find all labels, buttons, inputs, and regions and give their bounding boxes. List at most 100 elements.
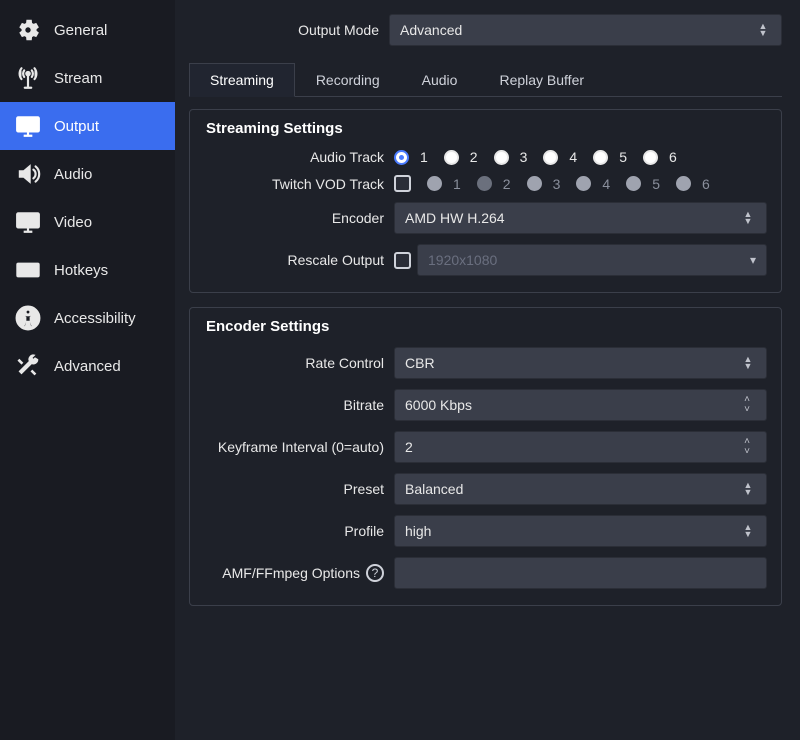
encoder-label: Encoder [204,210,394,226]
keyboard-icon [14,256,42,284]
amf-input[interactable] [394,557,767,589]
radio-label: 1 [453,176,461,192]
keyframe-input[interactable]: 2 ˄˅ [394,431,767,463]
tab-replay-buffer[interactable]: Replay Buffer [478,63,605,97]
sidebar-item-general[interactable]: General [0,6,175,54]
audio-track-radio-6[interactable] [643,150,658,165]
encoder-value: AMD HW H.264 [405,210,505,226]
radio-label: 4 [569,149,577,165]
group-title: Streaming Settings [206,120,767,137]
output-mode-select[interactable]: Advanced ▲▼ [389,14,782,46]
sidebar-item-video[interactable]: Video [0,198,175,246]
audio-track-radio-3[interactable] [494,150,509,165]
tab-label: Streaming [210,72,274,88]
twitch-vod-label: Twitch VOD Track [204,176,394,192]
audio-track-radio-1[interactable] [394,150,409,165]
sidebar-item-label: Hotkeys [54,262,108,279]
sidebar-item-label: Advanced [54,358,121,375]
help-icon[interactable]: ? [366,564,384,582]
sidebar-item-accessibility[interactable]: Accessibility [0,294,175,342]
radio-label: 3 [520,149,528,165]
preset-select[interactable]: Balanced ▲▼ [394,473,767,505]
output-mode-value: Advanced [400,22,462,38]
tools-icon [14,352,42,380]
speaker-icon [14,160,42,188]
audio-track-radio-2[interactable] [444,150,459,165]
tab-streaming[interactable]: Streaming [189,63,295,97]
audio-track-radios: 1 2 3 4 5 6 [394,149,767,165]
audio-track-label: Audio Track [204,149,394,165]
output-mode-label: Output Mode [189,22,389,38]
sidebar-item-audio[interactable]: Audio [0,150,175,198]
twitch-vod-radio-4 [576,176,591,191]
rate-control-value: CBR [405,355,435,371]
bitrate-value: 6000 Kbps [405,397,472,413]
twitch-vod-radio-6 [676,176,691,191]
updown-icon: ▲▼ [740,524,756,538]
monitor-icon [14,208,42,236]
sidebar-item-label: Stream [54,70,102,87]
updown-icon: ▲▼ [740,211,756,225]
bitrate-label: Bitrate [204,397,394,413]
rate-control-label: Rate Control [204,355,394,371]
output-icon [14,112,42,140]
chevron-down-icon: ▾ [750,253,756,267]
sidebar-item-label: Audio [54,166,92,183]
profile-select[interactable]: high ▲▼ [394,515,767,547]
keyframe-value: 2 [405,439,413,455]
radio-label: 4 [602,176,610,192]
updown-icon: ▲▼ [740,482,756,496]
tab-label: Recording [316,72,380,88]
radio-label: 2 [470,149,478,165]
radio-label: 3 [553,176,561,192]
group-title: Encoder Settings [206,318,767,335]
preset-value: Balanced [405,481,463,497]
tab-label: Audio [422,72,458,88]
rescale-checkbox[interactable] [394,252,411,269]
amf-label: AMF/FFmpeg Options [222,565,360,581]
twitch-vod-radio-2 [477,176,492,191]
radio-label: 6 [702,176,710,192]
updown-icon: ▲▼ [755,23,771,37]
sidebar-item-output[interactable]: Output [0,102,175,150]
updown-icon: ▲▼ [740,356,756,370]
radio-label: 1 [420,149,428,165]
radio-label: 5 [619,149,627,165]
audio-track-radio-5[interactable] [593,150,608,165]
audio-track-radio-4[interactable] [543,150,558,165]
rescale-label: Rescale Output [204,252,394,268]
output-tabs: Streaming Recording Audio Replay Buffer [189,62,782,97]
radio-label: 6 [669,149,677,165]
encoder-settings-group: Encoder Settings Rate Control CBR ▲▼ Bit… [189,307,782,606]
accessibility-icon [14,304,42,332]
twitch-vod-radio-1 [427,176,442,191]
streaming-settings-group: Streaming Settings Audio Track 1 2 3 4 5… [189,109,782,293]
twitch-vod-controls: 1 2 3 4 5 6 [394,175,767,192]
rate-control-select[interactable]: CBR ▲▼ [394,347,767,379]
gear-icon [14,16,42,44]
tab-audio[interactable]: Audio [401,63,479,97]
stepper-icon[interactable]: ˄˅ [738,395,756,415]
sidebar-item-label: General [54,22,107,39]
sidebar-item-advanced[interactable]: Advanced [0,342,175,390]
sidebar-item-hotkeys[interactable]: Hotkeys [0,246,175,294]
radio-label: 5 [652,176,660,192]
tab-label: Replay Buffer [499,72,584,88]
antenna-icon [14,64,42,92]
sidebar-item-label: Video [54,214,92,231]
twitch-vod-radio-5 [626,176,641,191]
tab-recording[interactable]: Recording [295,63,401,97]
preset-label: Preset [204,481,394,497]
profile-label: Profile [204,523,394,539]
bitrate-input[interactable]: 6000 Kbps ˄˅ [394,389,767,421]
encoder-select[interactable]: AMD HW H.264 ▲▼ [394,202,767,234]
twitch-vod-checkbox[interactable] [394,175,411,192]
sidebar-item-stream[interactable]: Stream [0,54,175,102]
settings-main: Output Mode Advanced ▲▼ Streaming Record… [175,0,800,740]
settings-sidebar: General Stream Output Audio Video Hotkey… [0,0,175,740]
radio-label: 2 [503,176,511,192]
rescale-select[interactable]: 1920x1080 ▾ [417,244,767,276]
sidebar-item-label: Output [54,118,99,135]
profile-value: high [405,523,431,539]
stepper-icon[interactable]: ˄˅ [738,437,756,457]
